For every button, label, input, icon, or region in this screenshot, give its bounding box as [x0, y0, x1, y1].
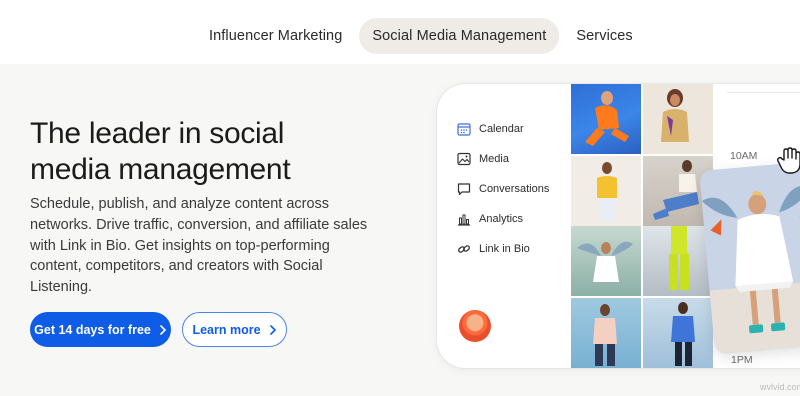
menu-item-conversations[interactable]: Conversations	[457, 174, 549, 204]
photo-tile[interactable]	[571, 156, 641, 226]
menu-item-analytics[interactable]: Analytics	[457, 204, 549, 234]
user-avatar[interactable]	[459, 310, 491, 342]
main-nav: Influencer Marketing Social Media Manage…	[196, 18, 646, 54]
person-photo-icon	[593, 304, 617, 366]
menu-item-calendar[interactable]: Calendar	[457, 114, 549, 144]
get-free-trial-button[interactable]: Get 14 days for free	[30, 312, 171, 347]
person-photo-icon	[671, 302, 695, 366]
photo-tile[interactable]	[643, 226, 713, 296]
photo-tile[interactable]	[571, 226, 641, 296]
get-free-trial-label: Get 14 days for free	[34, 322, 151, 337]
watermark-text: wvlvid.com	[760, 382, 800, 392]
chat-bubble-icon	[457, 183, 471, 196]
person-photo-icon	[597, 162, 617, 222]
learn-more-button[interactable]: Learn more	[182, 312, 287, 347]
chevron-right-icon	[160, 324, 166, 335]
menu-item-link-in-bio[interactable]: Link in Bio	[457, 234, 549, 264]
time-label-1pm: 1PM	[731, 354, 753, 366]
learn-more-label: Learn more	[192, 322, 261, 337]
person-photo-icon	[669, 226, 689, 290]
time-label-10am: 10AM	[730, 150, 758, 162]
bar-chart-icon	[458, 214, 470, 226]
calendar-icon	[457, 123, 471, 136]
menu-label-conversations: Conversations	[479, 183, 550, 195]
chevron-right-icon	[269, 324, 276, 335]
hero-description: Schedule, publish, and analyze content a…	[30, 196, 368, 296]
menu-label-media: Media	[479, 153, 509, 165]
post-photo-image	[699, 161, 800, 355]
scheduled-post-card[interactable]	[699, 161, 800, 355]
media-photo-grid	[571, 84, 713, 368]
photo-tile[interactable]	[571, 84, 641, 154]
nav-influencer-marketing[interactable]: Influencer Marketing	[196, 18, 355, 54]
hero-headline: The leader in social media management	[30, 117, 291, 186]
link-icon	[458, 245, 470, 253]
photo-tile[interactable]	[643, 298, 713, 368]
nav-social-media-management[interactable]: Social Media Management	[359, 18, 560, 54]
timeline-divider	[727, 92, 800, 93]
person-photo-icon	[585, 91, 629, 146]
image-icon	[457, 152, 471, 166]
mockup-sidebar-menu: Calendar Media Conversations Analytics L…	[457, 114, 549, 264]
menu-label-link-in-bio: Link in Bio	[479, 243, 530, 255]
menu-label-calendar: Calendar	[479, 123, 524, 135]
menu-item-media[interactable]: Media	[457, 144, 549, 174]
person-photo-icon	[577, 241, 633, 282]
photo-tile[interactable]	[643, 84, 713, 154]
menu-label-analytics: Analytics	[479, 213, 524, 225]
photo-tile[interactable]	[571, 298, 641, 368]
hand-cursor-icon	[776, 147, 800, 174]
nav-services[interactable]: Services	[563, 18, 645, 54]
person-photo-icon	[661, 89, 689, 142]
top-nav-bar: Influencer Marketing Social Media Manage…	[0, 0, 800, 64]
